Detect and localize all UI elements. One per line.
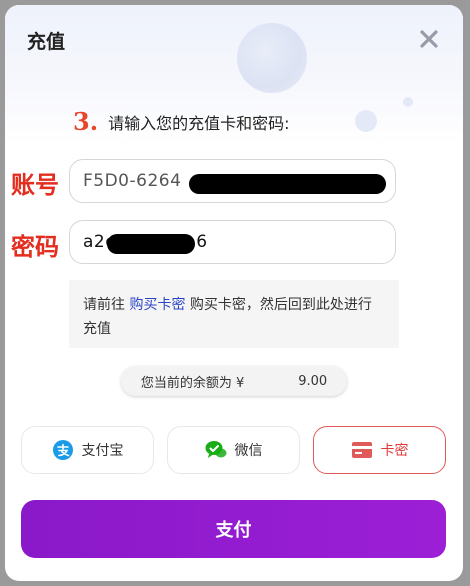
tip-prefix: 请前往 bbox=[83, 297, 125, 313]
pay-button[interactable]: 支付 bbox=[21, 500, 446, 558]
payment-option-label: 支付宝 bbox=[81, 443, 124, 459]
step-instruction: 3. 请输入您的充值卡和密码: bbox=[73, 107, 289, 136]
account-value: F5D0-6264 bbox=[83, 171, 182, 191]
wechat-icon bbox=[205, 440, 227, 460]
payment-option-alipay[interactable]: 支付宝 bbox=[21, 426, 154, 474]
purchase-tip: 请前往 购买卡密 购买卡密，然后回到此处进行充值 bbox=[69, 280, 399, 348]
bubble-decoration bbox=[355, 110, 377, 132]
tip-suffix: 购买卡密，然后回到此处进行充值 bbox=[83, 297, 372, 337]
step-text: 请输入您的充值卡和密码: bbox=[108, 113, 290, 133]
recharge-dialog: 充值 3. 请输入您的充值卡和密码: 账号 F5D0-6264 密码 a2e 6… bbox=[5, 5, 463, 581]
redaction-mask bbox=[189, 174, 386, 194]
balance-prefix: 您当前的余额为 ¥ bbox=[140, 375, 245, 391]
payment-option-label: 微信 bbox=[234, 443, 263, 459]
card-icon bbox=[351, 441, 373, 459]
payment-option-card[interactable]: 卡密 bbox=[313, 426, 446, 474]
balance-suffix: 9.00 bbox=[298, 373, 328, 389]
close-button[interactable] bbox=[415, 25, 443, 53]
close-icon bbox=[420, 30, 438, 48]
bubble-decoration bbox=[403, 97, 413, 107]
redaction-mask bbox=[107, 234, 195, 254]
dialog-title: 充值 bbox=[27, 31, 66, 53]
payment-option-label: 卡密 bbox=[380, 443, 409, 459]
balance-pill: 您当前的余额为 ¥ 9.00 bbox=[121, 366, 347, 396]
password-label: 密码 bbox=[11, 233, 59, 261]
buy-card-link[interactable]: 购买卡密 bbox=[129, 297, 185, 313]
account-label: 账号 bbox=[11, 171, 59, 199]
payment-option-wechat[interactable]: 微信 bbox=[167, 426, 300, 474]
password-value-end: 6 bbox=[196, 232, 208, 252]
alipay-icon bbox=[52, 439, 74, 461]
balance-redaction bbox=[244, 374, 299, 388]
moon-decoration bbox=[237, 23, 307, 93]
step-number: 3. bbox=[73, 107, 99, 136]
